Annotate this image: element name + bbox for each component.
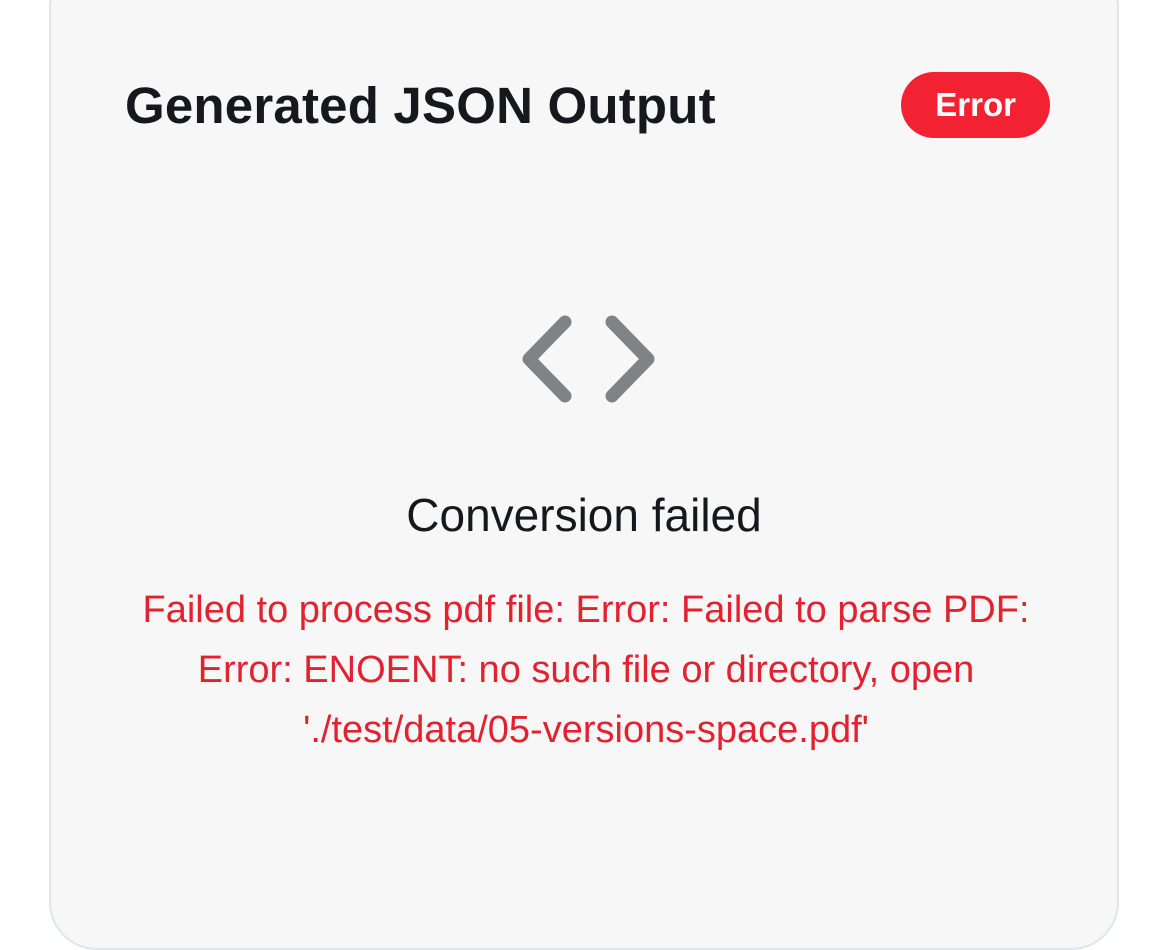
error-message: Failed to process pdf file: Error: Faile… [142,589,1030,751]
status-heading: Conversion failed [406,489,762,541]
card-title: Generated JSON Output [125,76,716,134]
code-brackets-icon [521,312,661,412]
json-output-card: Generated JSON Output Error Conversion f… [49,0,1119,950]
card-header: Generated JSON Output Error [125,70,1050,140]
status-badge: Error [901,72,1050,138]
